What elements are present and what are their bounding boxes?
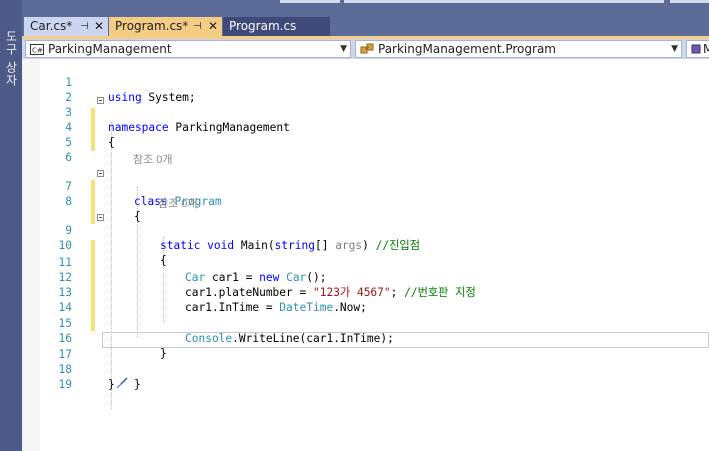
code-line: 4 { [22,105,709,149]
type-name: ParkingManagement.Program [378,42,556,56]
code-line: 8 { [22,179,709,223]
chevron-down-icon[interactable]: ▼ [671,41,678,57]
code-line: 11 Car car1 = new Car(); [22,240,709,284]
toolbox-label[interactable]: 도구 상자 [3,30,20,87]
code-line: 5 [22,120,709,149]
top-toolbar-remnant [22,0,709,17]
project-name: ParkingManagement [48,42,172,56]
project-dropdown[interactable]: C# ParkingManagement ▼ [25,40,351,58]
code-editor[interactable]: 1 using System; 2 3 namespace ParkingMan… [22,59,709,451]
code-line: 17 } [22,332,709,391]
tab-label: Program.cs* [115,19,189,33]
code-line: 3 namespace ParkingManagement [22,90,709,134]
code-line: 13 car1.InTime = DateTime.Now; [22,270,709,314]
class-icon [360,43,375,59]
code-line: 15 Console.WriteLine(car1.InTime); [22,301,709,345]
code-line: 6 [22,135,709,164]
toolbar-piece [670,0,709,3]
member-dropdown[interactable]: M [686,40,709,58]
navigation-bar: C# ParkingManagement ▼ ParkingManagement… [22,39,709,59]
tab-program-cs-active[interactable]: Program.cs* ⊣ ✕ [109,17,222,37]
code-line: 14 [22,285,709,314]
svg-text:C#: C# [32,47,43,55]
type-dropdown[interactable]: ParkingManagement.Program ▼ [355,40,682,58]
toolbar-piece [280,0,340,3]
code-line: 9 static void Main(string[] args) //진입점 [22,208,709,252]
code-line: 2 [22,75,709,104]
close-icon[interactable]: ✕ [94,17,104,36]
tab-label: Car.cs* [30,19,73,33]
document-tab-bar: Car.cs* ⊣ ✕ Program.cs* ⊣ ✕ Program.cs [22,17,709,37]
member-name: M [703,42,709,56]
tab-program-cs-preview[interactable]: Program.cs [223,17,330,37]
line-code: } [108,378,115,391]
code-line: 10 { [22,223,709,267]
code-line: 1 using System; [22,60,709,104]
line-number: 8 [65,195,72,208]
toolbar-piece [344,0,664,3]
pin-icon[interactable]: ⊣ [80,17,89,36]
code-line: 18 } [22,347,709,391]
method-icon [691,43,703,59]
line-code: } [134,378,141,391]
chevron-down-icon[interactable]: ▼ [340,41,347,57]
tab-label: Program.cs [229,19,297,33]
line-number: 6 [65,151,72,164]
line-number: 19 [58,378,72,391]
csharp-project-icon: C# [30,43,44,59]
toolbox-strip[interactable]: 도구 상자 [0,0,22,451]
code-line: 7 class Program [22,164,709,208]
tab-car-cs[interactable]: Car.cs* ⊣ ✕ [24,17,108,37]
code-line: 16 } [22,316,709,360]
code-line: 19 [22,362,709,391]
pin-icon[interactable]: ⊣ [193,17,202,36]
close-icon[interactable]: ✕ [208,17,218,36]
code-line: 12 car1.plateNumber = "123가 4567"; //번호판… [22,255,709,299]
